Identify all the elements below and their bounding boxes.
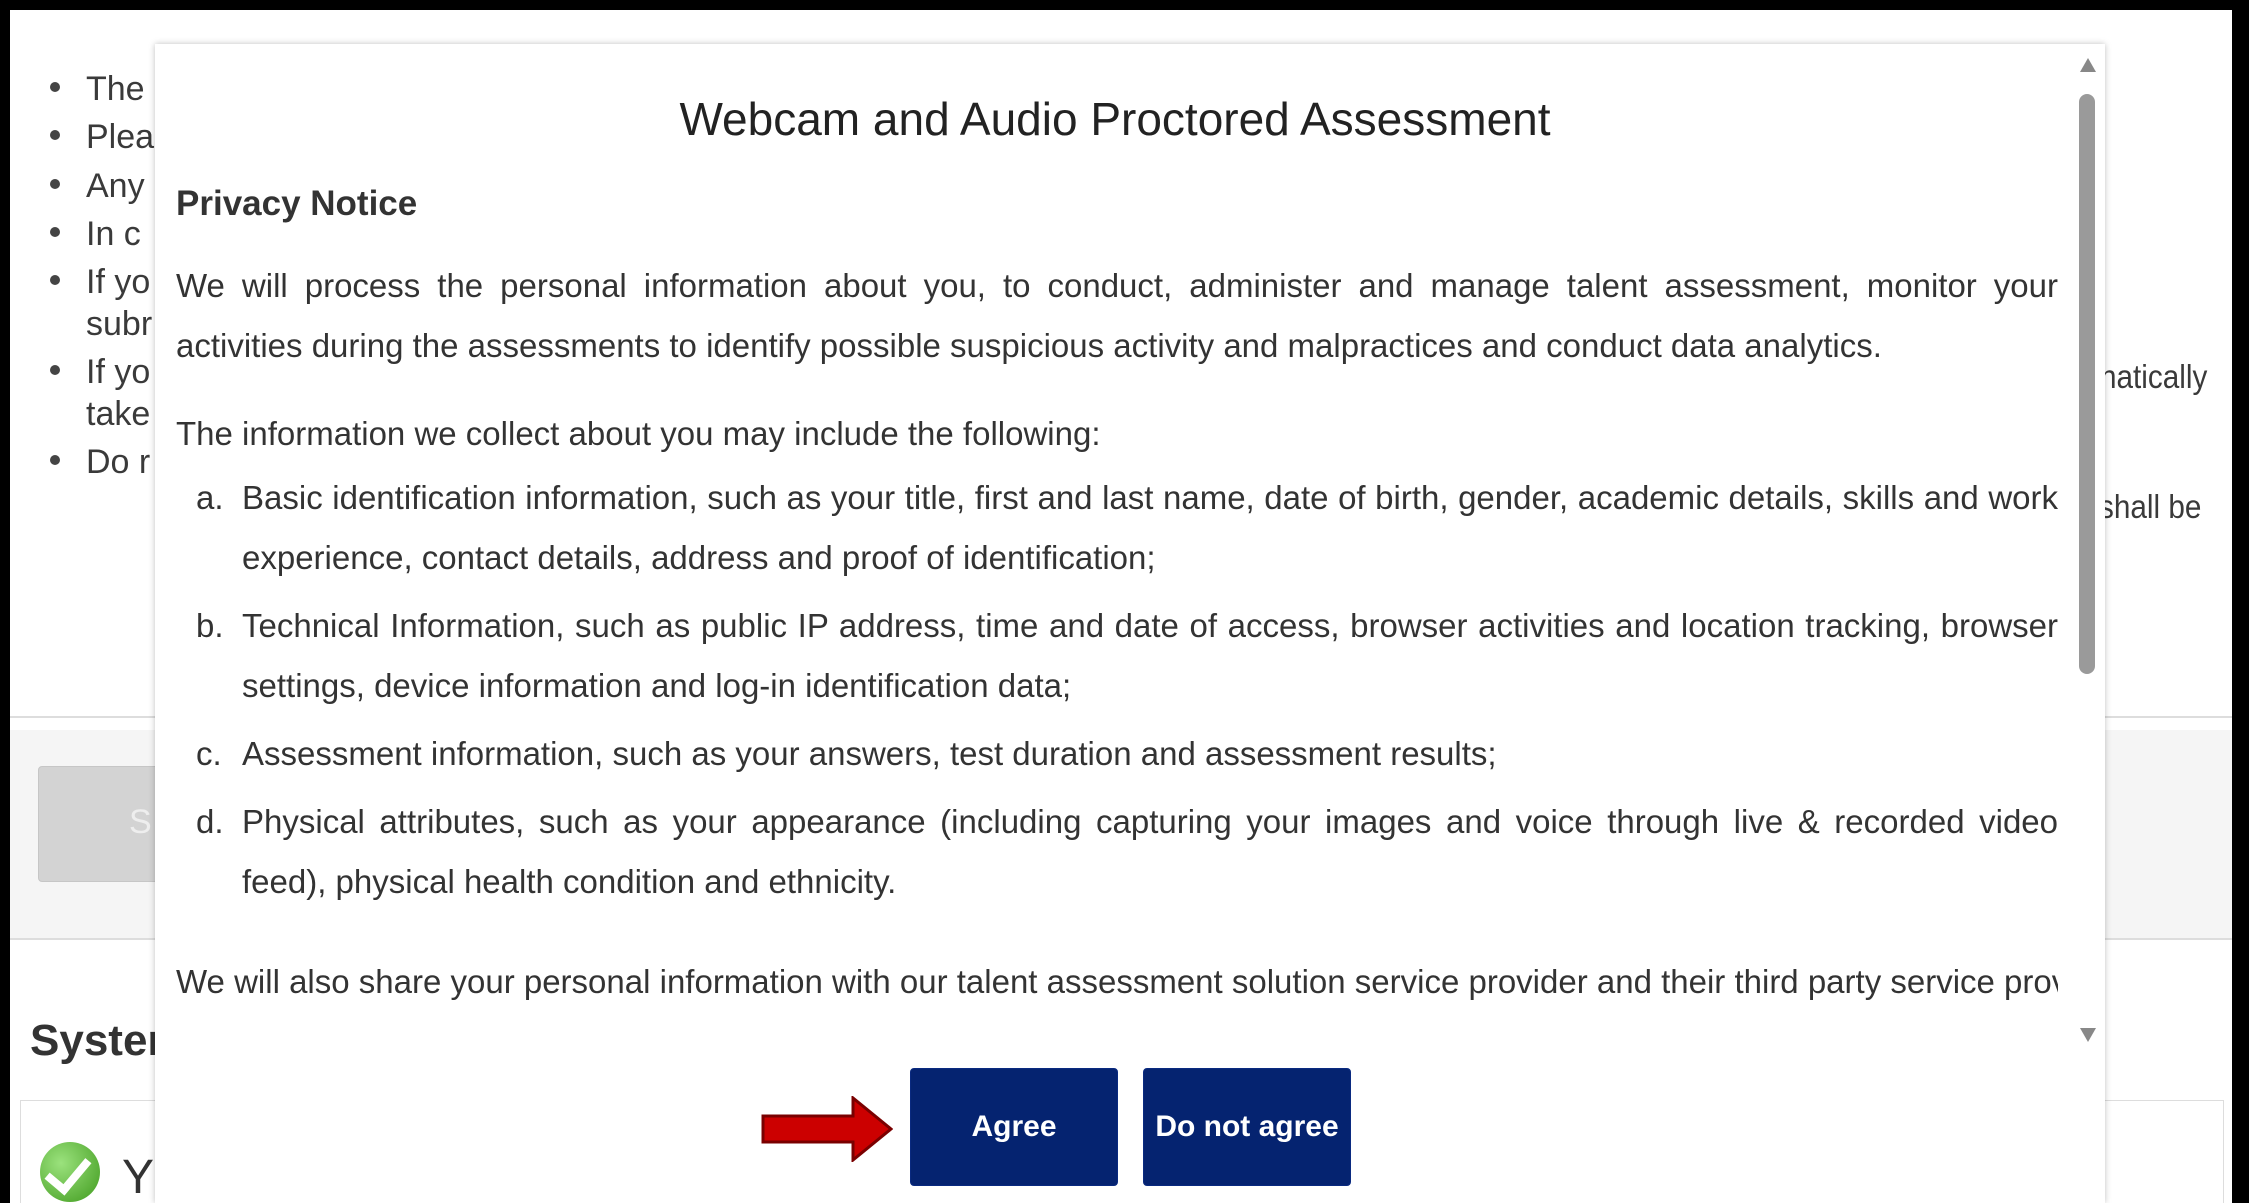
bullet-icon [50, 275, 60, 286]
bullet-icon [50, 227, 60, 238]
do-not-agree-button[interactable]: Do not agree [1143, 1068, 1351, 1186]
list-item: b. Technical Information, such as public … [196, 607, 2058, 704]
bullet-icon [50, 130, 60, 141]
list-item: Any [50, 167, 145, 206]
bullet-icon [50, 365, 60, 376]
privacy-heading: Privacy Notice [176, 184, 418, 223]
list-item-continuation: take [86, 395, 151, 433]
sharing-paragraph: We will also share your personal informa… [176, 963, 2058, 1000]
modal-scrollbar[interactable] [2077, 52, 2097, 1042]
bullet-icon [50, 455, 60, 466]
privacy-modal: Webcam and Audio Proctored Assessment Pr… [155, 44, 2105, 1203]
scrollbar-thumb[interactable] [2079, 94, 2095, 674]
modal-scroll-content[interactable]: Privacy Notice We will process the perso… [176, 174, 2058, 1051]
modal-title: Webcam and Audio Proctored Assessment [679, 93, 1551, 145]
agree-button[interactable]: Agree [910, 1068, 1118, 1186]
list-item: Do r [50, 443, 150, 482]
bullet-text-fragment: shall be [2099, 488, 2202, 525]
list-intro: The information we collect about you may… [176, 415, 1101, 452]
arrow-right-icon [761, 1096, 893, 1162]
check-icon [40, 1142, 100, 1202]
system-check-heading: Systen [30, 1016, 175, 1065]
list-item-continuation: subr [86, 305, 153, 343]
list-item: d. Physical attributes, such as your appe… [196, 803, 2058, 900]
bullet-text-fragment: natically [2100, 358, 2208, 395]
list-item: a. Basic identification information, such… [196, 479, 2058, 576]
privacy-paragraph: We will process the personal information… [176, 267, 2058, 364]
list-item: Plea [50, 118, 154, 157]
scroll-up-icon[interactable] [2080, 58, 2096, 72]
bullet-icon [50, 179, 60, 190]
browser-viewport: The Plea Any In c If yo subr If yo take … [10, 10, 2232, 1203]
info-list: a. Basic identification information, such… [176, 468, 2058, 912]
list-item: c. Assessment information, such as your a… [196, 735, 1497, 772]
list-item: In c [50, 215, 141, 254]
system-check-status: Y [122, 1151, 155, 1203]
list-item: If yo [50, 263, 150, 302]
list-item: The [50, 70, 145, 109]
list-item: If yo [50, 353, 150, 392]
scroll-down-icon[interactable] [2080, 1028, 2096, 1042]
bullet-icon [50, 82, 60, 93]
